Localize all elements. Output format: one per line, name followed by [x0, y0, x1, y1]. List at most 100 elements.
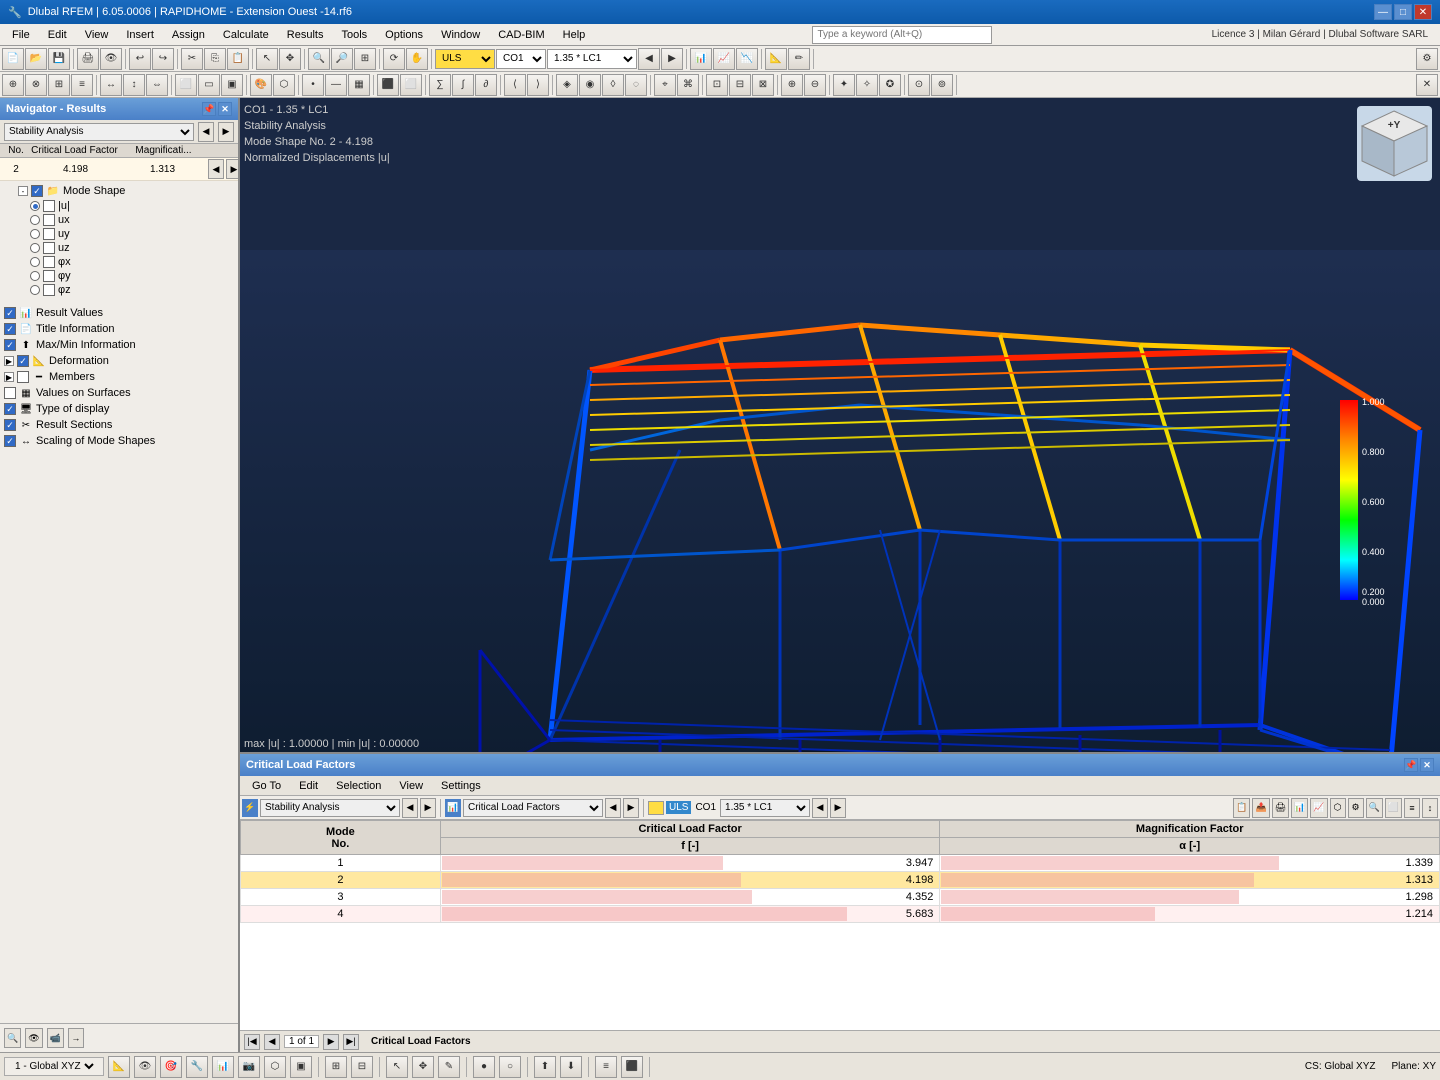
check-phix[interactable]	[43, 256, 55, 268]
nav-bottom-2[interactable]: 👁	[25, 1028, 42, 1048]
tb-lc-dropdown[interactable]: ULS	[435, 49, 495, 69]
tb-results-1[interactable]: 📊	[690, 48, 712, 70]
pt-co-next[interactable]: ▶	[830, 798, 846, 818]
pt-next[interactable]: ▶	[420, 798, 436, 818]
pt-co-select[interactable]: 1.35 * LC1	[720, 799, 810, 817]
menu-results[interactable]: Results	[279, 27, 332, 43]
menu-view[interactable]: View	[77, 27, 117, 43]
radio-phix[interactable]	[30, 257, 40, 267]
tree-phiy[interactable]: φy	[2, 269, 236, 283]
nav-bottom-4[interactable]: →	[68, 1028, 84, 1048]
status-btn-1[interactable]: 📐	[108, 1056, 130, 1078]
tree-title-info[interactable]: ✓ 📄 Title Information	[2, 321, 236, 337]
close-button[interactable]: ✕	[1414, 4, 1432, 20]
tree-uy[interactable]: uy	[2, 227, 236, 241]
tb-nav-prev[interactable]: ◀	[638, 48, 660, 70]
menu-help[interactable]: Help	[555, 27, 594, 43]
tb2-view-front[interactable]: ▭	[198, 74, 220, 96]
panel-menu-edit[interactable]: Edit	[291, 779, 326, 793]
tree-surfaces[interactable]: ▦ Values on Surfaces	[2, 385, 236, 401]
tb2-surface[interactable]: ▦	[348, 74, 370, 96]
tb-zoom-in[interactable]: 🔍	[308, 48, 330, 70]
menu-tools[interactable]: Tools	[333, 27, 375, 43]
pt-table-prev[interactable]: ◀	[605, 798, 621, 818]
tb2-c3[interactable]: ◊	[602, 74, 624, 96]
radio-ux[interactable]	[30, 215, 40, 225]
pt-prev[interactable]: ◀	[402, 798, 418, 818]
status-tb-18[interactable]: ≡	[595, 1056, 617, 1078]
menu-options[interactable]: Options	[377, 27, 431, 43]
tb-move[interactable]: ✥	[279, 48, 301, 70]
radio-uz[interactable]	[30, 243, 40, 253]
tb2-6[interactable]: ↕	[123, 74, 145, 96]
status-tb-19[interactable]: ⬛	[621, 1056, 643, 1078]
nav-pin-btn[interactable]: 📌	[202, 102, 216, 116]
status-btn-10[interactable]: ⊟	[351, 1056, 373, 1078]
nav-bottom-1[interactable]: 🔍	[4, 1028, 21, 1048]
pt-tb-r6[interactable]: ⬡	[1330, 798, 1346, 818]
nav-table-row[interactable]: 2 4.198 1.313 ◀ ▶	[0, 158, 238, 181]
pt-tb-r10[interactable]: ≡	[1404, 798, 1420, 818]
tb-open[interactable]: 📂	[25, 48, 47, 70]
tb2-member[interactable]: —	[325, 74, 347, 96]
panel-menu-view[interactable]: View	[391, 779, 431, 793]
tb2-a1[interactable]: ∑	[429, 74, 451, 96]
tb2-deselect[interactable]: ⬜	[400, 74, 422, 96]
radio-uy[interactable]	[30, 229, 40, 239]
nav-row-next[interactable]: ▶	[226, 159, 240, 179]
tb2-last[interactable]: ✕	[1416, 74, 1438, 96]
tb-rotate[interactable]: ⟳	[383, 48, 405, 70]
status-btn-2[interactable]: 👁	[134, 1056, 156, 1078]
check-uz[interactable]	[43, 242, 55, 254]
status-tb-17[interactable]: ⬇	[560, 1056, 582, 1078]
check-result-sections[interactable]: ✓	[4, 419, 16, 431]
tree-uz[interactable]: uz	[2, 241, 236, 255]
pt-table-next[interactable]: ▶	[623, 798, 639, 818]
navigator-controls[interactable]: 📌 ✕	[202, 102, 232, 116]
menu-window[interactable]: Window	[433, 27, 488, 43]
panel-menu-selection[interactable]: Selection	[328, 779, 389, 793]
tb-zoom-out[interactable]: 🔎	[331, 48, 353, 70]
table-row[interactable]: 45.6831.214	[241, 906, 1440, 923]
tb2-a2[interactable]: ∫	[452, 74, 474, 96]
bottom-pin-btn[interactable]: 📌	[1404, 758, 1418, 772]
pt-tb-r1[interactable]: 📋	[1233, 798, 1250, 818]
tree-u-abs[interactable]: |u|	[2, 199, 236, 213]
status-tb-14[interactable]: ●	[473, 1056, 495, 1078]
tb-select[interactable]: ↖	[256, 48, 278, 70]
tb-nav-next[interactable]: ▶	[661, 48, 683, 70]
tb-cut[interactable]: ✂	[181, 48, 203, 70]
status-btn-5[interactable]: 📊	[212, 1056, 234, 1078]
cube-navigator[interactable]: +Y	[1357, 106, 1432, 181]
tb-redo[interactable]: ↪	[152, 48, 174, 70]
tb-copy[interactable]: ⎘	[204, 48, 226, 70]
check-ux[interactable]	[43, 214, 55, 226]
tb2-b1[interactable]: ⟨	[504, 74, 526, 96]
tb-new[interactable]: 📄	[2, 48, 24, 70]
status-btn-8[interactable]: ▣	[290, 1056, 312, 1078]
tb2-7[interactable]: ⇔	[146, 74, 168, 96]
tb-co-dropdown[interactable]: CO1	[496, 49, 546, 69]
check-surfaces[interactable]	[4, 387, 16, 399]
nav-next-btn[interactable]: ▶	[218, 122, 234, 142]
tree-phiz[interactable]: φz	[2, 283, 236, 297]
mode-shape-check[interactable]: ✓	[31, 185, 43, 197]
tb2-e3[interactable]: ⊠	[752, 74, 774, 96]
menu-edit[interactable]: Edit	[40, 27, 75, 43]
table-row[interactable]: 13.9471.339	[241, 855, 1440, 872]
panel-menu-goto[interactable]: Go To	[244, 779, 289, 793]
tb-annotate[interactable]: ✏	[788, 48, 810, 70]
members-expander[interactable]: ▶	[4, 372, 14, 382]
tb2-node[interactable]: •	[302, 74, 324, 96]
nav-analysis-select[interactable]: Stability Analysis	[4, 123, 194, 141]
tb-lc-value[interactable]: 1.35 * LC1	[547, 49, 637, 69]
tb-zoom-fit[interactable]: ⊞	[354, 48, 376, 70]
menu-calculate[interactable]: Calculate	[215, 27, 277, 43]
status-tb-15[interactable]: ○	[499, 1056, 521, 1078]
tree-result-values[interactable]: ✓ 📊 Result Values	[2, 305, 236, 321]
tb-settings[interactable]: ⚙	[1416, 48, 1438, 70]
tb2-zoom-p[interactable]: ⊕	[781, 74, 803, 96]
tree-type-display[interactable]: ✓ 🖥 Type of display	[2, 401, 236, 417]
tb2-wire[interactable]: ⬡	[273, 74, 295, 96]
tb2-e1[interactable]: ⊡	[706, 74, 728, 96]
